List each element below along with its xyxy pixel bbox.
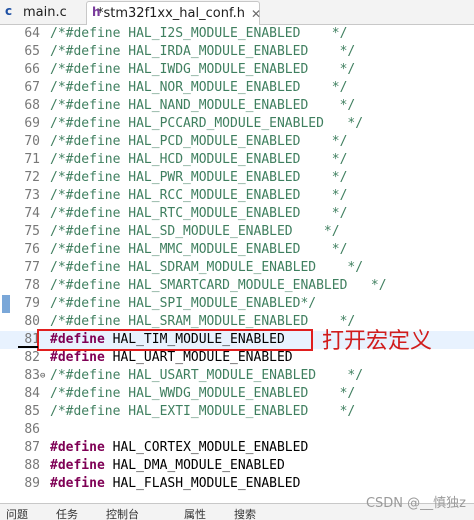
line-number: 66: [24, 62, 40, 77]
code-text: /*#define HAL_I2S_MODULE_ENABLED */: [50, 26, 348, 41]
tab-problems[interactable]: 问题: [6, 506, 28, 520]
code-text: /*#define HAL_IWDG_MODULE_ENABLED */: [50, 62, 356, 77]
code-text: /*#define HAL_RTC_MODULE_ENABLED */: [50, 206, 348, 221]
annotation-text: 打开宏定义: [322, 329, 433, 354]
line-number: 88: [24, 458, 40, 473]
code-line[interactable]: 64 /*#define HAL_I2S_MODULE_ENABLED */: [0, 25, 474, 43]
annotation-highlight-box: [37, 329, 313, 351]
code-line[interactable]: 78 /*#define HAL_SMARTCARD_MODULE_ENABLED…: [0, 277, 474, 295]
code-editor[interactable]: 64 /*#define HAL_I2S_MODULE_ENABLED */ 65 /…: [0, 25, 474, 503]
line-number: 86: [24, 422, 40, 437]
tab-label: *stm32f1xx_hal_conf.h: [97, 6, 245, 21]
code-line[interactable]: 83 ⊖ /*#define HAL_USART_MODULE_ENABLED */: [0, 367, 474, 385]
code-line[interactable]: 75 /*#define HAL_SD_MODULE_ENABLED */: [0, 223, 474, 241]
code-text: /*#define HAL_MMC_MODULE_ENABLED */: [50, 242, 348, 257]
tab-properties[interactable]: 属性: [184, 506, 206, 520]
code-text: /*#define HAL_IRDA_MODULE_ENABLED */: [50, 44, 356, 59]
code-text: /*#define HAL_USART_MODULE_ENABLED */: [50, 368, 364, 383]
watermark: CSDN @__慎独z: [365, 496, 466, 511]
line-number: 71: [24, 152, 40, 167]
code-line[interactable]: 69 /*#define HAL_PCCARD_MODULE_ENABLED */: [0, 115, 474, 133]
code-line[interactable]: 72 /*#define HAL_PWR_MODULE_ENABLED */: [0, 169, 474, 187]
code-text: /*#define HAL_EXTI_MODULE_ENABLED */: [50, 404, 356, 419]
line-number: 67: [24, 80, 40, 95]
code-line[interactable]: 65 /*#define HAL_IRDA_MODULE_ENABLED */: [0, 43, 474, 61]
line-number: 84: [24, 386, 40, 401]
line-number: 73: [24, 188, 40, 203]
code-text: /*#define HAL_PCD_MODULE_ENABLED */: [50, 134, 348, 149]
code-line[interactable]: 84 /*#define HAL_WWDG_MODULE_ENABLED */: [0, 385, 474, 403]
close-icon[interactable]: ✕: [251, 7, 261, 21]
fold-toggle-icon[interactable]: ⊖: [40, 367, 45, 385]
code-line[interactable]: 89 #define HAL_FLASH_MODULE_ENABLED: [0, 475, 474, 493]
macro-name: HAL_DMA_MODULE_ENABLED: [104, 458, 285, 473]
define-keyword: #define: [50, 476, 105, 491]
code-text: /*#define HAL_SDRAM_MODULE_ENABLED */: [50, 260, 364, 275]
change-marker: [2, 295, 10, 313]
line-number: 77: [24, 260, 40, 275]
line-number: 72: [24, 170, 40, 185]
line-number: 78: [24, 278, 40, 293]
code-line[interactable]: 77 /*#define HAL_SDRAM_MODULE_ENABLED */: [0, 259, 474, 277]
code-line[interactable]: 76 /*#define HAL_MMC_MODULE_ENABLED */: [0, 241, 474, 259]
code-text: #define HAL_UART_MODULE_ENABLED: [50, 349, 293, 367]
define-keyword: #define: [50, 440, 105, 455]
code-text: /*#define HAL_SD_MODULE_ENABLED */: [50, 224, 340, 239]
line-number: 64: [24, 26, 40, 41]
code-line[interactable]: 79 /*#define HAL_SPI_MODULE_ENABLED*/: [0, 295, 474, 313]
line-number: 69: [24, 116, 40, 131]
line-number: 79: [24, 296, 40, 311]
line-number: 76: [24, 242, 40, 257]
code-text: /*#define HAL_WWDG_MODULE_ENABLED */: [50, 386, 356, 401]
code-line[interactable]: 67 /*#define HAL_NOR_MODULE_ENABLED */: [0, 79, 474, 97]
code-line[interactable]: 68 /*#define HAL_NAND_MODULE_ENABLED */: [0, 97, 474, 115]
code-text: /*#define HAL_NOR_MODULE_ENABLED */: [50, 80, 348, 95]
tab-search[interactable]: 搜索: [234, 506, 256, 520]
macro-name: HAL_CORTEX_MODULE_ENABLED: [104, 440, 309, 455]
tab-stm32f1xx-hal-conf-h[interactable]: h *stm32f1xx_hal_conf.h ✕: [86, 1, 261, 25]
macro-name: HAL_FLASH_MODULE_ENABLED: [104, 476, 301, 491]
line-number: 65: [24, 44, 40, 59]
code-line[interactable]: 88 #define HAL_DMA_MODULE_ENABLED: [0, 457, 474, 475]
code-line[interactable]: 70 /*#define HAL_PCD_MODULE_ENABLED */: [0, 133, 474, 151]
code-line[interactable]: 66 /*#define HAL_IWDG_MODULE_ENABLED */: [0, 61, 474, 79]
code-text: /*#define HAL_HCD_MODULE_ENABLED */: [50, 152, 348, 167]
line-number: 75: [24, 224, 40, 239]
code-line[interactable]: 87 #define HAL_CORTEX_MODULE_ENABLED: [0, 439, 474, 457]
code-text: #define HAL_CORTEX_MODULE_ENABLED: [50, 439, 308, 457]
code-text: /*#define HAL_NAND_MODULE_ENABLED */: [50, 98, 356, 113]
line-number: 83: [24, 368, 40, 383]
line-number: 68: [24, 98, 40, 113]
tab-main-c[interactable]: c main.c: [0, 1, 84, 23]
line-number: 70: [24, 134, 40, 149]
code-text: /*#define HAL_PWR_MODULE_ENABLED */: [50, 170, 348, 185]
code-line[interactable]: 71 /*#define HAL_HCD_MODULE_ENABLED */: [0, 151, 474, 169]
line-number: 87: [24, 440, 40, 455]
tab-console[interactable]: 控制台: [106, 506, 139, 520]
code-line[interactable]: 86: [0, 421, 474, 439]
code-line[interactable]: 85 /*#define HAL_EXTI_MODULE_ENABLED */: [0, 403, 474, 421]
line-number: 85: [24, 404, 40, 419]
line-number: 82: [24, 350, 40, 365]
code-line[interactable]: 74 /*#define HAL_RTC_MODULE_ENABLED */: [0, 205, 474, 223]
tab-label: main.c: [23, 4, 67, 20]
macro-name: HAL_UART_MODULE_ENABLED: [104, 350, 293, 365]
code-text: #define HAL_DMA_MODULE_ENABLED: [50, 457, 285, 475]
code-text: /*#define HAL_SMARTCARD_MODULE_ENABLED *…: [50, 278, 387, 293]
code-text: #define HAL_FLASH_MODULE_ENABLED: [50, 475, 300, 493]
define-keyword: #define: [50, 458, 105, 473]
line-number: 74: [24, 206, 40, 221]
annotation-underline: [18, 346, 38, 348]
define-keyword: #define: [50, 350, 105, 365]
code-text: /*#define HAL_PCCARD_MODULE_ENABLED */: [50, 116, 364, 131]
code-text: /*#define HAL_RCC_MODULE_ENABLED */: [50, 188, 348, 203]
c-file-icon: c: [5, 3, 13, 18]
editor-tab-bar: c main.c h *stm32f1xx_hal_conf.h ✕: [0, 0, 474, 25]
code-line[interactable]: 73 /*#define HAL_RCC_MODULE_ENABLED */: [0, 187, 474, 205]
line-number: 89: [24, 476, 40, 491]
tab-tasks[interactable]: 任务: [56, 506, 78, 520]
code-text: /*#define HAL_SPI_MODULE_ENABLED*/: [50, 296, 317, 311]
